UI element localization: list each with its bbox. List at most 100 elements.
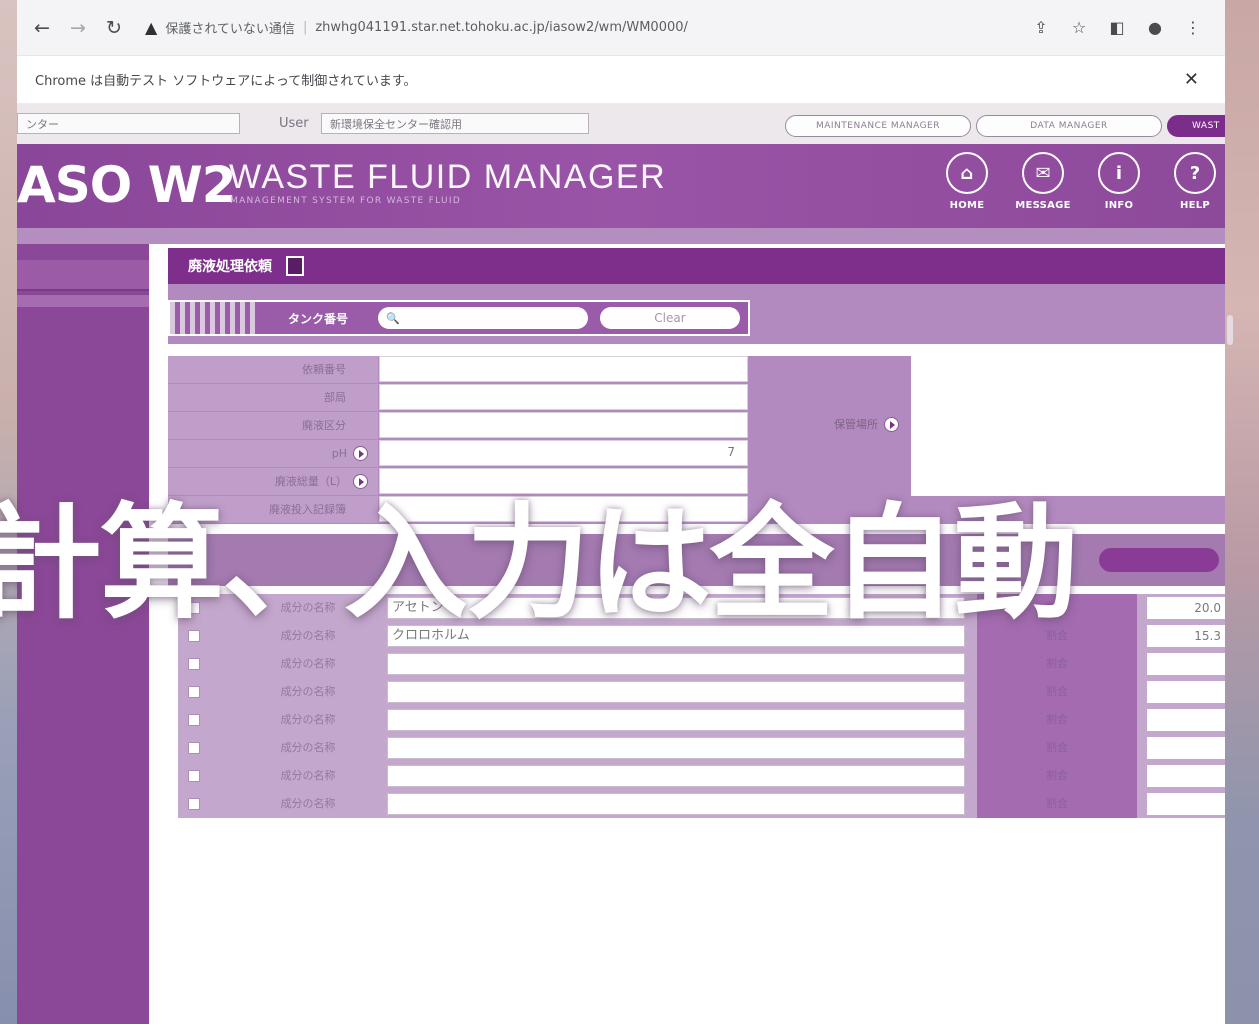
infobar-message: Chrome は自動テスト ソフトウェアによって制御されています。 [35, 74, 417, 89]
row-checkbox[interactable] [187, 714, 200, 726]
request-number-field[interactable] [379, 356, 748, 382]
table-row: 成分の名称 割合 [178, 650, 1225, 678]
storage-location-label: 保管場所 [834, 418, 878, 431]
ratio-input[interactable] [1147, 793, 1225, 815]
search-icon: 🔍 [386, 311, 400, 325]
page-header: 廃液処理依頼 [168, 248, 1225, 284]
waste-category-field[interactable] [379, 412, 748, 438]
row-checkbox[interactable] [187, 742, 200, 754]
ratio-input[interactable] [1147, 765, 1225, 787]
ph-arrow-icon[interactable] [353, 445, 368, 461]
tank-search-bar: タンク番号 🔍 Clear [168, 300, 750, 336]
form-row: 依頼番号 [168, 356, 748, 383]
share-icon[interactable]: ⇪ [1027, 14, 1055, 42]
clear-button[interactable]: Clear [600, 307, 740, 329]
nav-message-label: MESSAGE [1015, 200, 1071, 211]
page-title: 廃液処理依頼 [188, 259, 272, 275]
profile-avatar-icon[interactable]: ● [1141, 14, 1169, 42]
department-label: 部局 [168, 384, 378, 411]
video-caption-overlay: 計算、入力は全自動 [0, 492, 1078, 636]
ratio-input[interactable] [1147, 653, 1225, 675]
ratio-cell [1137, 734, 1225, 762]
panel-toggle-icon[interactable] [286, 256, 304, 276]
url-text: zhwhg041191.star.net.tohoku.ac.jp/iasow2… [315, 20, 688, 35]
center-field[interactable]: ンター [17, 113, 240, 134]
ratio-label: 割合 [977, 762, 1137, 790]
user-label: User [279, 116, 309, 131]
back-arrow-icon[interactable]: ← [27, 13, 57, 43]
component-name-cell [377, 762, 977, 790]
ratio-cell: 20.0 [1137, 594, 1225, 622]
checkbox-cell [178, 650, 209, 678]
department-field[interactable] [379, 384, 748, 410]
component-name-cell [377, 790, 977, 818]
nav-message[interactable]: ✉ MESSAGE [1015, 152, 1071, 211]
tank-search-input[interactable]: 🔍 [378, 307, 588, 329]
ratio-cell: 15.3 [1137, 622, 1225, 650]
address-separator: | [302, 20, 308, 35]
sidebar-divider [17, 295, 149, 307]
component-name-input[interactable] [387, 653, 965, 675]
side-panel-icon[interactable]: ◧ [1103, 14, 1131, 42]
checkbox-cell [178, 678, 209, 706]
app-subtitle: MANAGEMENT SYSTEM FOR WASTE FLUID [230, 196, 462, 206]
table-row: 成分の名称 割合 [178, 678, 1225, 706]
ratio-cell [1137, 650, 1225, 678]
components-action-button[interactable] [1099, 548, 1219, 572]
close-icon[interactable]: ✕ [1184, 69, 1207, 90]
help-icon: ? [1174, 152, 1216, 194]
component-name-cell [377, 734, 977, 762]
component-name-input[interactable] [387, 737, 965, 759]
component-name-input[interactable] [387, 681, 965, 703]
app-title: WASTE FLUID MANAGER [229, 158, 667, 196]
nav-home[interactable]: ⌂ HOME [941, 152, 993, 211]
ratio-input[interactable] [1147, 737, 1225, 759]
ratio-input[interactable]: 20.0 [1147, 597, 1225, 619]
component-name-cell [377, 650, 977, 678]
component-name-input[interactable] [387, 765, 965, 787]
home-icon: ⌂ [946, 152, 988, 194]
checkbox-cell [178, 762, 209, 790]
table-row: 成分の名称 割合 [178, 762, 1225, 790]
form-row: 部局 [168, 384, 748, 411]
row-checkbox[interactable] [187, 658, 200, 670]
address-bar[interactable]: ▲ 保護されていない通信 | zhwhg041191.star.net.toho… [135, 11, 1021, 45]
forward-arrow-icon[interactable]: → [63, 13, 93, 43]
checkbox-cell [178, 790, 209, 818]
ratio-input[interactable] [1147, 709, 1225, 731]
ratio-input[interactable]: 15.3 [1147, 625, 1225, 647]
storage-arrow-icon[interactable] [884, 416, 899, 432]
row-checkbox[interactable] [187, 798, 200, 810]
waste-manager-button[interactable]: WAST [1167, 115, 1225, 137]
nav-info[interactable]: i INFO [1093, 152, 1145, 211]
ratio-input[interactable] [1147, 681, 1225, 703]
app-banner: ASO W2 WASTE FLUID MANAGER MANAGEMENT SY… [17, 144, 1225, 228]
maintenance-manager-button[interactable]: MAINTENANCE MANAGER [785, 115, 971, 137]
reload-icon[interactable]: ↻ [99, 13, 129, 43]
component-name-input[interactable] [387, 793, 965, 815]
waste-category-label: 廃液区分 [168, 412, 378, 439]
row-checkbox[interactable] [187, 770, 200, 782]
bookmark-star-icon[interactable]: ☆ [1065, 14, 1093, 42]
ratio-label: 割合 [977, 678, 1137, 706]
component-name-input[interactable] [387, 709, 965, 731]
menu-kebab-icon[interactable]: ⋮ [1179, 14, 1207, 42]
row-checkbox[interactable] [187, 686, 200, 698]
ratio-cell [1137, 762, 1225, 790]
ratio-cell [1137, 678, 1225, 706]
sidebar-item[interactable] [17, 260, 149, 291]
component-name-label: 成分の名称 [209, 762, 377, 790]
scrollbar-thumb[interactable] [1227, 315, 1233, 345]
nav-home-label: HOME [949, 200, 985, 211]
ratio-cell [1137, 706, 1225, 734]
data-manager-button[interactable]: DATA MANAGER [976, 115, 1162, 137]
table-row: 成分の名称 割合 [178, 706, 1225, 734]
form-row: 廃液区分 [168, 412, 748, 439]
ratio-label: 割合 [977, 790, 1137, 818]
user-field[interactable]: 新環境保全センター確認用 [321, 113, 589, 134]
header-nav: ⌂ HOME ✉ MESSAGE i INFO ? HELP [941, 152, 1225, 211]
barcode-icon [170, 302, 258, 334]
nav-help[interactable]: ? HELP [1169, 152, 1221, 211]
info-icon: i [1098, 152, 1140, 194]
warning-icon: ▲ [145, 18, 158, 37]
